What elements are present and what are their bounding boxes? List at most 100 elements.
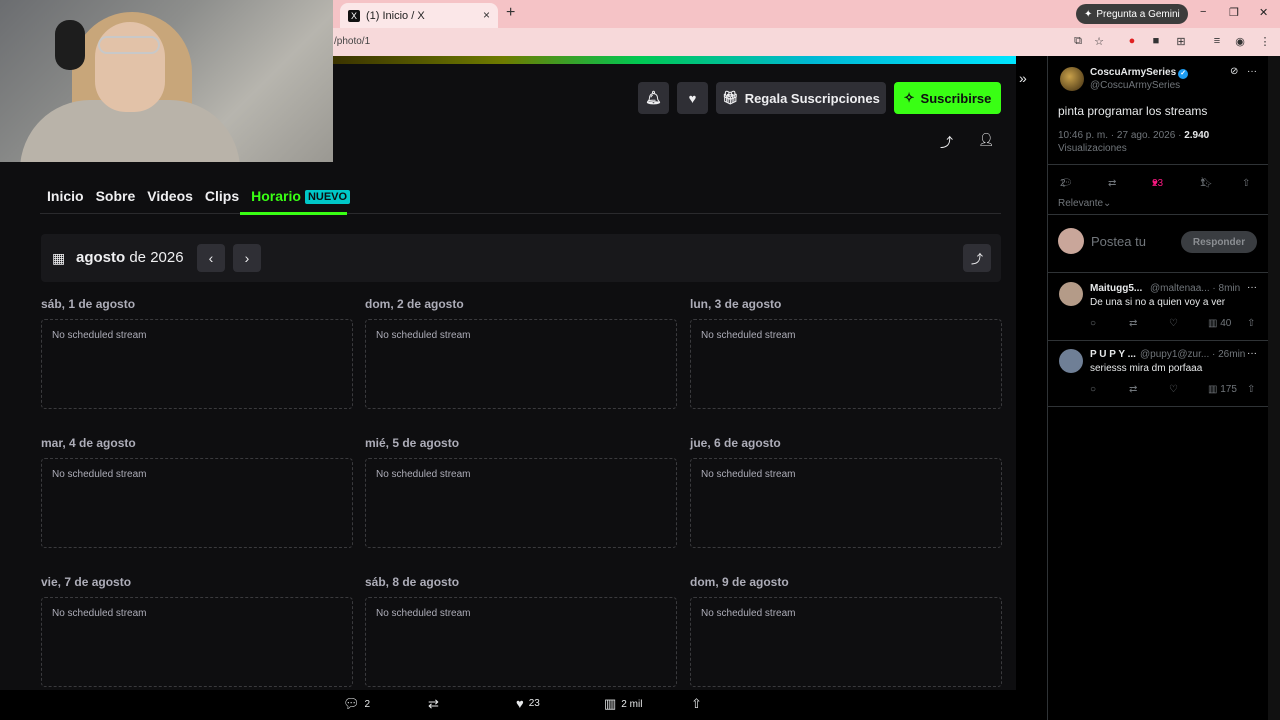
channel-nav: Inicio Sobre Videos Clips Horario NUEVO (47, 188, 351, 204)
reply-action[interactable]: 💬︎ 2 (343, 696, 370, 712)
calendar-header: ▦ agosto de 2026 ‹ › ⤴ (41, 234, 1001, 282)
empty-schedule-box: No scheduled stream (41, 319, 353, 409)
commenter-handle[interactable]: @pupy1@zur... · 26min (1140, 349, 1245, 360)
gift-icon: 🎁︎ (722, 90, 739, 105)
day-cell: sáb, 1 de agosto No scheduled stream (41, 297, 353, 409)
expand-icon[interactable]: » (1019, 70, 1027, 86)
tab-videos[interactable]: Videos (147, 188, 193, 204)
empty-schedule-box: No scheduled stream (365, 319, 677, 409)
opera-icon[interactable]: ● (1125, 34, 1139, 48)
author-avatar[interactable] (1060, 67, 1084, 91)
tab-sobre[interactable]: Sobre (96, 188, 136, 204)
like-count: 23 (528, 698, 540, 709)
reply-input[interactable]: Postea tu (1091, 234, 1146, 249)
share-action[interactable]: ⇧ (691, 696, 702, 712)
puzzle-icon[interactable]: ⊞ (1174, 34, 1188, 48)
gemini-button[interactable]: ✦ Pregunta a Gemini (1076, 4, 1188, 24)
share-schedule-button[interactable]: ⤴ (963, 244, 991, 272)
day-label: lun, 3 de agosto (690, 297, 782, 311)
author-handle[interactable]: @CoscuArmySeries (1090, 80, 1180, 91)
tab-close-icon[interactable]: × (483, 8, 490, 22)
extension-icon[interactable]: ■ (1149, 34, 1163, 48)
comment-retweet-icon[interactable]: ⇄ (1129, 318, 1137, 329)
bookmark-star-icon[interactable]: ☆ (1092, 34, 1106, 48)
notification-bell-button[interactable]: 🔔︎ (638, 82, 669, 114)
profile-avatar[interactable]: ◉ (1233, 34, 1247, 48)
comment-like-icon[interactable]: ♡ (1169, 384, 1178, 395)
divider (1047, 340, 1268, 341)
no-stream-text: No scheduled stream (52, 330, 147, 341)
reading-list-icon[interactable]: ≡ (1210, 34, 1224, 48)
sort-dropdown[interactable]: Relevante⌄ (1058, 198, 1111, 209)
tab-inicio[interactable]: Inicio (47, 188, 84, 204)
comment-reply-icon[interactable]: ○ (1090, 384, 1096, 395)
install-app-icon[interactable]: ⧉ (1071, 34, 1085, 48)
minimize-button[interactable]: − (1200, 6, 1206, 18)
nav-divider (40, 213, 1001, 214)
comment-reply-icon[interactable]: ○ (1090, 318, 1096, 329)
empty-schedule-box: No scheduled stream (365, 458, 677, 548)
tab-clips[interactable]: Clips (205, 188, 239, 204)
no-stream-text: No scheduled stream (376, 330, 471, 341)
share-icon[interactable]: ⤴ (940, 132, 953, 151)
close-window-button[interactable]: ✕ (1259, 6, 1268, 19)
post-text: pinta programar los streams (1058, 104, 1208, 118)
commenter-handle[interactable]: @maltenaa... · 8min (1150, 283, 1240, 294)
day-cell: lun, 3 de agosto No scheduled stream (690, 297, 1002, 409)
more-options-icon[interactable]: ··· (1247, 348, 1257, 359)
author-name[interactable]: CoscuArmySeries ✓ (1090, 67, 1189, 79)
more-options-icon[interactable]: ··· (1247, 282, 1257, 293)
retweet-action[interactable]: ⇄ (428, 696, 439, 712)
no-stream-text: No scheduled stream (701, 469, 796, 480)
divider (1047, 272, 1268, 273)
no-stream-text: No scheduled stream (701, 330, 796, 341)
browser-menu-icon[interactable]: ⋮ (1258, 34, 1272, 48)
like-action[interactable]: ♥ 23 (516, 696, 540, 711)
empty-schedule-box: No scheduled stream (690, 597, 1002, 687)
chart-icon: ▥ (1208, 384, 1221, 395)
post-action-bar (0, 690, 1016, 720)
reply-submit-button[interactable]: Responder (1181, 231, 1257, 253)
commenter-avatar[interactable] (1059, 282, 1083, 306)
tab-horario[interactable]: Horario NUEVO (251, 188, 351, 204)
comment-views[interactable]: ▥ 40 (1208, 318, 1231, 329)
comment-like-icon[interactable]: ♡ (1169, 318, 1178, 329)
my-avatar (1058, 228, 1084, 254)
user-options-icon[interactable]: 👤︎ (978, 132, 995, 148)
webcam-overlay (0, 0, 333, 162)
more-options-icon[interactable]: ··· (1247, 66, 1257, 77)
commenter-name[interactable]: Maitugg5... (1090, 283, 1142, 294)
upload-icon: ⇧ (1242, 178, 1251, 189)
url-field[interactable]: /photo/1 (334, 36, 370, 47)
comment-share-icon[interactable]: ⇧ (1247, 384, 1255, 395)
day-label: dom, 9 de agosto (690, 575, 789, 589)
retweet-icon: ⇄ (1108, 178, 1117, 189)
comment-views[interactable]: ▥ 175 (1208, 384, 1237, 395)
views-action[interactable]: ▥ 2 mil (604, 696, 642, 712)
follow-heart-button[interactable]: ♥ (677, 82, 708, 114)
no-stream-text: No scheduled stream (52, 608, 147, 619)
comment-icon: 💬︎ (343, 696, 360, 711)
day-label: jue, 6 de agosto (690, 436, 781, 450)
commenter-name[interactable]: P U P Y ... (1090, 349, 1136, 360)
day-cell: sáb, 8 de agosto No scheduled stream (365, 575, 677, 687)
month-title: agosto de 2026 (76, 249, 184, 266)
no-stream-text: No scheduled stream (376, 608, 471, 619)
comment-text: seriesss mira dm porfaaa (1090, 363, 1203, 374)
comment-retweet-icon[interactable]: ⇄ (1129, 384, 1137, 395)
retweet-icon: ⇄ (428, 696, 439, 711)
day-label: dom, 2 de agosto (365, 297, 464, 311)
comment-share-icon[interactable]: ⇧ (1247, 318, 1255, 329)
maximize-button[interactable]: ❐ (1229, 6, 1239, 19)
subscribe-button[interactable]: ✧ Suscribirse (894, 82, 1001, 114)
browser-tab[interactable]: X (1) Inicio / X × (340, 3, 498, 28)
scrollbar[interactable] (1268, 56, 1280, 720)
commenter-avatar[interactable] (1059, 349, 1083, 373)
prev-month-button[interactable]: ‹ (197, 244, 225, 272)
grok-icon[interactable]: ⊘ (1230, 66, 1238, 77)
bookmark-count: 1 (1200, 178, 1206, 189)
reply-count: 2 (364, 698, 371, 710)
new-tab-button[interactable]: + (506, 4, 515, 22)
next-month-button[interactable]: › (233, 244, 261, 272)
gift-subs-button[interactable]: 🎁︎ Regala Suscripciones (716, 82, 886, 114)
